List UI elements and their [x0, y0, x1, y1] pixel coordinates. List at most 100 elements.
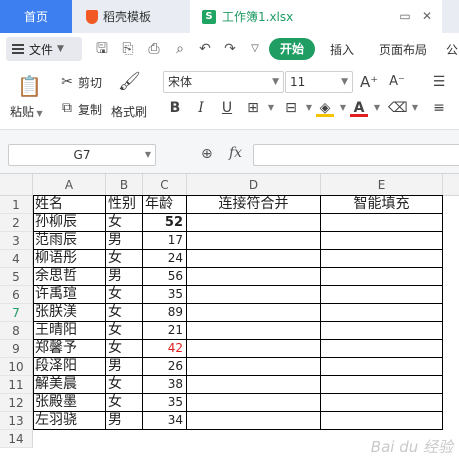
tab-page-layout[interactable]: 页面布局 — [379, 41, 427, 58]
name-cell[interactable]: 段泽阳 — [33, 358, 106, 376]
close-tab-icon[interactable]: ✕ — [420, 10, 434, 22]
age-cell[interactable]: 34 — [143, 412, 187, 430]
flashfill-cell[interactable] — [321, 412, 443, 430]
gender-cell[interactable]: 男 — [106, 412, 143, 430]
gender-cell[interactable]: 女 — [106, 250, 143, 268]
print-icon[interactable]: ⎙ — [146, 41, 162, 57]
paste-icon[interactable]: 📋 — [17, 73, 42, 99]
tab-insert[interactable]: 插入 — [330, 41, 354, 58]
copy-button[interactable]: 复制 — [78, 101, 102, 118]
column-header-d[interactable]: D — [187, 174, 321, 196]
paste-button[interactable]: 粘贴 ▼ — [10, 103, 43, 120]
row-header[interactable]: 9 — [0, 340, 33, 358]
tab-formulas[interactable]: 公 — [446, 41, 458, 58]
name-box[interactable]: G7 ▼ — [8, 144, 156, 166]
name-cell[interactable]: 张朕渼 — [33, 304, 106, 322]
header-cell-name[interactable]: 姓名 — [33, 196, 106, 214]
age-cell[interactable]: 35 — [143, 394, 187, 412]
age-cell[interactable]: 21 — [143, 322, 187, 340]
concat-cell[interactable] — [187, 232, 321, 250]
flashfill-cell[interactable] — [321, 376, 443, 394]
row-header[interactable]: 1 — [0, 196, 33, 214]
concat-cell[interactable] — [187, 358, 321, 376]
underline-button[interactable]: U — [218, 99, 236, 117]
concat-cell[interactable] — [187, 304, 321, 322]
flashfill-cell[interactable] — [321, 304, 443, 322]
gender-cell[interactable]: 男 — [106, 232, 143, 250]
gender-cell[interactable]: 男 — [106, 358, 143, 376]
chevron-down-icon[interactable]: ▼ — [368, 99, 386, 117]
header-cell-gender[interactable]: 性别 — [106, 196, 143, 214]
column-header-f[interactable] — [443, 174, 459, 196]
gender-cell[interactable]: 女 — [106, 394, 143, 412]
row-header[interactable]: 12 — [0, 394, 33, 412]
name-cell[interactable]: 柳语彤 — [33, 250, 106, 268]
row-header[interactable]: 4 — [0, 250, 33, 268]
age-cell[interactable]: 42 — [143, 340, 187, 358]
row-header[interactable]: 3 — [0, 232, 33, 250]
name-cell[interactable]: 王晴阳 — [33, 322, 106, 340]
fill-color-icon[interactable]: ◈ — [316, 99, 334, 117]
concat-cell[interactable] — [187, 376, 321, 394]
formula-input[interactable] — [253, 144, 459, 166]
print-preview-icon[interactable]: ⌕ — [172, 41, 188, 57]
age-cell[interactable]: 24 — [143, 250, 187, 268]
concat-cell[interactable] — [187, 322, 321, 340]
merge-cells-icon[interactable]: ⊟ — [282, 99, 300, 117]
clear-format-icon[interactable]: ⌫ — [388, 99, 408, 117]
redo-icon[interactable]: ↷ — [222, 41, 238, 57]
gender-cell[interactable]: 男 — [106, 268, 143, 286]
name-cell[interactable]: 解美晨 — [33, 376, 106, 394]
row-header[interactable]: 7 — [0, 304, 33, 322]
age-cell[interactable]: 35 — [143, 286, 187, 304]
flashfill-cell[interactable] — [321, 322, 443, 340]
align-top-icon[interactable]: ☰ — [430, 73, 448, 91]
zoom-icon[interactable]: ⊕ — [201, 146, 213, 162]
column-header-e[interactable]: E — [321, 174, 443, 196]
age-cell[interactable]: 26 — [143, 358, 187, 376]
save-icon[interactable]: 🖫 — [94, 41, 110, 57]
name-cell[interactable]: 范雨辰 — [33, 232, 106, 250]
concat-cell[interactable] — [187, 214, 321, 232]
select-all-corner[interactable] — [0, 174, 33, 196]
flashfill-cell[interactable] — [321, 268, 443, 286]
gender-cell[interactable]: 女 — [106, 340, 143, 358]
concat-cell[interactable] — [187, 268, 321, 286]
age-cell[interactable]: 89 — [143, 304, 187, 322]
flashfill-cell[interactable] — [321, 214, 443, 232]
row-header[interactable]: 2 — [0, 214, 33, 232]
export-icon[interactable]: ⎘ — [120, 41, 136, 57]
gender-cell[interactable]: 女 — [106, 304, 143, 322]
concat-cell[interactable] — [187, 412, 321, 430]
concat-cell[interactable] — [187, 394, 321, 412]
name-cell[interactable]: 余思哲 — [33, 268, 106, 286]
file-menu-button[interactable]: 文件 ▼ — [6, 37, 82, 61]
flashfill-cell[interactable] — [321, 358, 443, 376]
format-painter-button[interactable]: 格式刷 — [111, 103, 147, 120]
name-cell[interactable]: 张殿墨 — [33, 394, 106, 412]
gender-cell[interactable]: 女 — [106, 214, 143, 232]
borders-icon[interactable]: ⊞ — [244, 99, 262, 117]
column-header-a[interactable]: A — [33, 174, 106, 196]
age-cell[interactable]: 38 — [143, 376, 187, 394]
fx-icon[interactable]: fx — [229, 145, 242, 161]
row-header[interactable]: 5 — [0, 268, 33, 286]
age-cell[interactable]: 56 — [143, 268, 187, 286]
concat-cell[interactable] — [187, 340, 321, 358]
tab-template[interactable]: 稻壳模板 — [72, 0, 190, 33]
row-header[interactable]: 8 — [0, 322, 33, 340]
header-cell-age[interactable]: 年龄 — [143, 196, 187, 214]
column-header-c[interactable]: C — [143, 174, 187, 196]
header-cell-flashfill[interactable]: 智能填充 — [321, 196, 443, 214]
row-header[interactable]: 14 — [0, 430, 33, 448]
name-cell[interactable]: 许禹瑄 — [33, 286, 106, 304]
row-header[interactable]: 11 — [0, 376, 33, 394]
decrease-font-icon[interactable]: A⁻ — [388, 73, 406, 91]
tab-home[interactable]: 首页 — [0, 0, 72, 33]
increase-font-icon[interactable]: A⁺ — [360, 73, 378, 91]
font-name-select[interactable]: 宋体 ▼ — [163, 71, 284, 93]
name-cell[interactable]: 孙柳辰 — [33, 214, 106, 232]
spreadsheet-grid[interactable]: Bai du 经验 A B C D E 1 2 3 4 5 6 7 8 9 10 11 12 13 14 姓名 性别 年龄… — [0, 174, 459, 463]
flashfill-cell[interactable] — [321, 340, 443, 358]
concat-cell[interactable] — [187, 250, 321, 268]
